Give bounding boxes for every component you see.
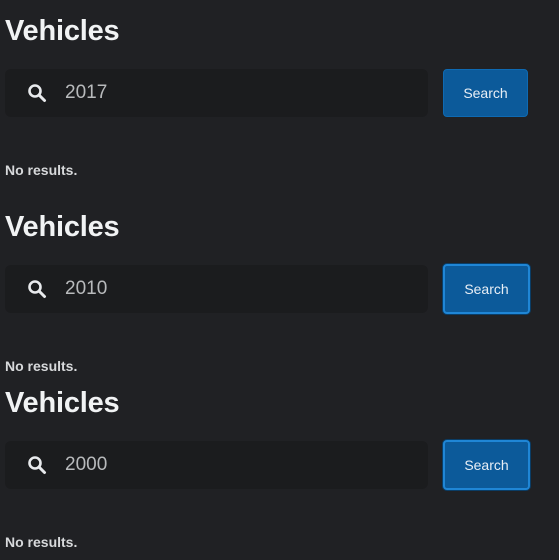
search-input[interactable]: [65, 441, 405, 489]
no-results-text: No results.: [5, 534, 78, 550]
search-button[interactable]: Search: [443, 440, 530, 490]
no-results-text: No results.: [5, 358, 78, 374]
search-button[interactable]: Search: [443, 264, 530, 314]
page-title: Vehicles: [5, 387, 120, 419]
search-icon: [27, 83, 47, 103]
search-input[interactable]: [65, 265, 405, 313]
search-field[interactable]: [5, 69, 428, 117]
search-field[interactable]: [5, 441, 428, 489]
search-icon: [27, 279, 47, 299]
page-title: Vehicles: [5, 15, 120, 47]
no-results-text: No results.: [5, 162, 78, 178]
search-button[interactable]: Search: [443, 69, 528, 117]
page-title: Vehicles: [5, 211, 120, 243]
search-field[interactable]: [5, 265, 428, 313]
search-icon: [27, 455, 47, 475]
search-input[interactable]: [65, 69, 405, 117]
